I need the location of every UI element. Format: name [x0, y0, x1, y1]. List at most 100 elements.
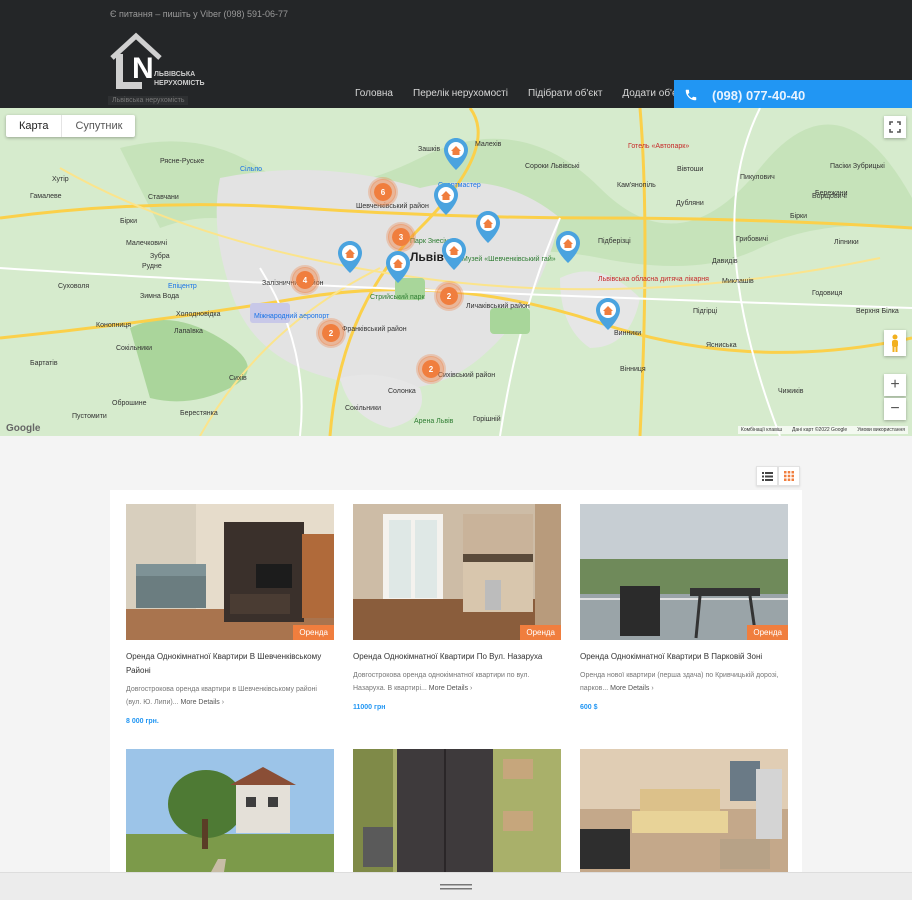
map-label: Годовиця	[812, 290, 843, 297]
map-label: Пустомити	[72, 413, 107, 420]
map-property-pin-icon[interactable]	[338, 241, 362, 273]
google-logo: Google	[6, 423, 41, 434]
map-label: Оброшине	[112, 400, 147, 407]
listing-card[interactable]	[126, 749, 334, 885]
map-property-pin-icon[interactable]	[476, 211, 500, 243]
map-property-pin-icon[interactable]	[596, 298, 620, 330]
listing-title[interactable]: Оренда Однокімнатної Квартири В Шевченкі…	[126, 650, 334, 678]
map-label: Пикулович	[740, 174, 775, 181]
zoom-out-button[interactable]: −	[884, 398, 906, 420]
svg-text:N: N	[132, 52, 154, 85]
map-label: Гамалеве	[30, 193, 62, 200]
zoom-in-button[interactable]: +	[884, 374, 906, 396]
map-label: Вівтоши	[677, 166, 704, 173]
listing-photo[interactable]: Оренда	[126, 504, 334, 640]
more-details-link[interactable]: More Details	[429, 685, 468, 692]
map-label: Винники	[614, 330, 642, 337]
tab-satellite[interactable]: Супутник	[61, 115, 135, 137]
map-label: Бірки	[120, 218, 138, 225]
listing-photo[interactable]	[126, 749, 334, 885]
poi-label: Музей «Шевченківський гай»	[462, 256, 556, 263]
map-label: Пасіки Зубрицькі	[830, 163, 885, 170]
map-label: Суховоля	[58, 283, 90, 290]
map-label: Холодновідка	[176, 311, 221, 318]
map-cluster-marker[interactable]: 2	[418, 356, 444, 382]
property-map[interactable]: Карта Супутник + − Львів Малехів Сороки …	[0, 108, 912, 436]
terms-link[interactable]: Умови використання	[857, 427, 905, 433]
listing-photo[interactable]: Оренда	[580, 504, 788, 640]
phone-button[interactable]: (098) 077-40-40	[674, 80, 912, 110]
main-nav: Головна Перелік нерухомості Підібрати об…	[355, 88, 706, 99]
listing-description: Довгострокова оренда однокімнатної кварт…	[353, 669, 561, 695]
more-details-link[interactable]: More Details	[610, 685, 649, 692]
keyboard-shortcuts-link[interactable]: Комбінації клавіш	[741, 427, 782, 433]
district-label: Сихівський район	[438, 372, 496, 379]
map-label: Зубра	[150, 253, 170, 260]
nav-item-find-property[interactable]: Підібрати об'єкт	[528, 88, 602, 99]
map-cluster-marker[interactable]: 3	[388, 224, 414, 250]
more-details-link[interactable]: More Details	[181, 699, 220, 706]
map-cluster-marker[interactable]: 6	[370, 179, 396, 205]
listings-grid: Оренда Оренда Однокімнатної Квартири В Ш…	[110, 490, 802, 885]
nav-item-listings[interactable]: Перелік нерухомості	[413, 88, 508, 99]
listing-card[interactable]: Оренда Оренда Однокімнатної Квартири По …	[353, 504, 561, 711]
listing-photo[interactable]	[353, 749, 561, 885]
tab-map[interactable]: Карта	[6, 115, 61, 137]
map-label: Вінниця	[620, 366, 646, 373]
drag-handle-icon[interactable]	[440, 883, 472, 891]
balcony-photo	[580, 504, 788, 640]
listing-title[interactable]: Оренда Однокімнатної Квартири По Вул. На…	[353, 650, 561, 664]
listing-card[interactable]: Оренда Оренда Однокімнатної Квартири В Ш…	[126, 504, 334, 725]
map-label: Берестянка	[180, 410, 218, 417]
district-label: Шевченківський район	[356, 203, 429, 210]
listing-photo[interactable]	[580, 749, 788, 885]
view-toggle	[756, 466, 800, 486]
listing-photo[interactable]: Оренда	[353, 504, 561, 640]
nav-item-home[interactable]: Головна	[355, 88, 393, 99]
map-label: Рудне	[142, 263, 162, 270]
fullscreen-button[interactable]	[884, 116, 906, 138]
site-logo[interactable]: N ЛЬВІВСЬКА НЕРУХОМІСТЬ	[108, 32, 218, 98]
listing-price: 8 000 грн.	[126, 718, 159, 725]
phone-icon	[685, 89, 697, 101]
map-property-pin-icon[interactable]	[442, 238, 466, 270]
pegman-icon	[892, 334, 898, 352]
map-label: Лапаївка	[174, 328, 203, 335]
listing-card[interactable]	[353, 749, 561, 885]
map-type-tabs: Карта Супутник	[6, 115, 136, 137]
map-label: Давидів	[712, 258, 738, 265]
map-label: Хутір	[52, 176, 69, 183]
map-data-credit: Дані карт ©2022 Google	[792, 427, 848, 433]
map-label: Зашків	[418, 146, 441, 153]
rent-badge: Оренда	[293, 625, 334, 640]
listing-card[interactable]	[580, 749, 788, 885]
map-cluster-marker[interactable]: 2	[318, 320, 344, 346]
list-view-button[interactable]	[756, 466, 778, 486]
logo-subtitle: Львівська нерухомість	[108, 96, 189, 105]
listing-price: 600 $	[580, 704, 598, 711]
map-label: Підберізці	[598, 238, 631, 245]
arrow-right-icon: ›	[219, 699, 225, 706]
map-property-pin-icon[interactable]	[434, 183, 458, 215]
map-cluster-marker[interactable]: 2	[436, 283, 462, 309]
svg-text:НЕРУХОМІСТЬ: НЕРУХОМІСТЬ	[154, 80, 205, 87]
map-label: Кам'янопіль	[617, 182, 656, 189]
map-property-pin-icon[interactable]	[444, 138, 468, 170]
map-label: Сороки Львівські	[525, 163, 580, 170]
map-label: Горішній	[473, 416, 501, 423]
map-label: Ставчани	[148, 194, 179, 201]
map-property-pin-icon[interactable]	[386, 251, 410, 283]
poi-label: Готель «Автопарк»	[628, 143, 690, 150]
house-logo-icon: N ЛЬВІВСЬКА НЕРУХОМІСТЬ	[110, 32, 205, 89]
map-label: Борщовичі	[812, 193, 847, 200]
map-label: Дубляни	[676, 200, 704, 207]
map-cluster-marker[interactable]: 4	[292, 267, 318, 293]
listing-title[interactable]: Оренда Однокімнатної Квартири В Парковій…	[580, 650, 788, 664]
grid-view-button[interactable]	[778, 466, 800, 486]
site-header: Є питання – пишіть у Viber (098) 591-06-…	[0, 0, 912, 110]
map-property-pin-icon[interactable]	[556, 231, 580, 263]
map-label: Сільпо	[240, 166, 263, 173]
listing-card[interactable]: Оренда Оренда Однокімнатної Квартири В П…	[580, 504, 788, 711]
list-icon	[761, 471, 773, 481]
street-view-pegman[interactable]	[884, 330, 906, 356]
